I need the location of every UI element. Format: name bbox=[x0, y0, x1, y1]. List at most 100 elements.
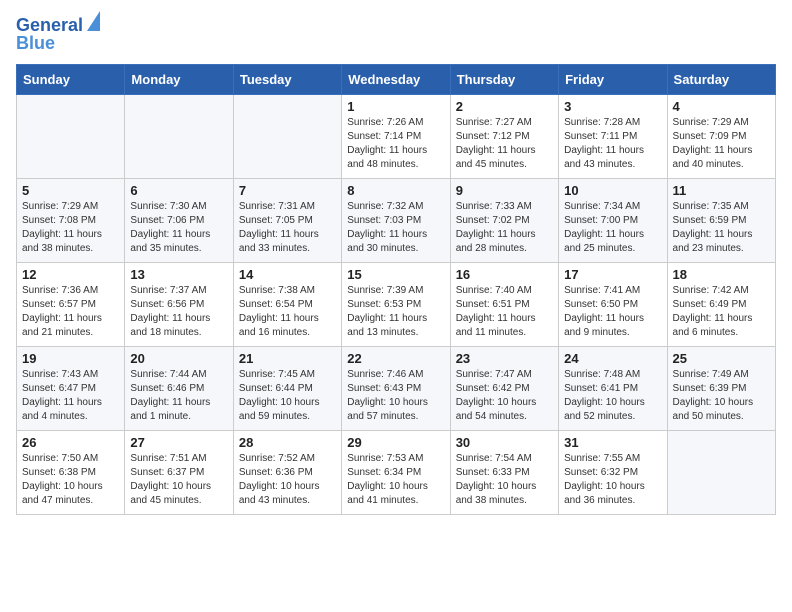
day-info: Sunrise: 7:55 AM Sunset: 6:32 PM Dayligh… bbox=[564, 452, 661, 508]
calendar-day-11: 11 Sunrise: 7:35 AM Sunset: 6:59 PM Dayli… bbox=[667, 178, 775, 262]
calendar-day-3: 3 Sunrise: 7:28 AM Sunset: 7:11 PM Daylig… bbox=[559, 94, 667, 178]
day-info: Sunrise: 7:35 AM Sunset: 6:59 PM Dayligh… bbox=[673, 200, 770, 256]
calendar-day-20: 20 Sunrise: 7:44 AM Sunset: 6:46 PM Dayli… bbox=[125, 346, 233, 430]
calendar-day-29: 29 Sunrise: 7:53 AM Sunset: 6:34 PM Dayli… bbox=[342, 430, 450, 514]
day-number: 14 bbox=[239, 267, 336, 282]
day-info: Sunrise: 7:29 AM Sunset: 7:08 PM Dayligh… bbox=[22, 200, 119, 256]
day-number: 10 bbox=[564, 183, 661, 198]
day-number: 6 bbox=[130, 183, 227, 198]
day-info: Sunrise: 7:54 AM Sunset: 6:33 PM Dayligh… bbox=[456, 452, 553, 508]
calendar-week-1: 1Sunrise: 7:26 AM Sunset: 7:14 PM Daylig… bbox=[17, 94, 776, 178]
day-number: 23 bbox=[456, 351, 553, 366]
day-number: 16 bbox=[456, 267, 553, 282]
day-info: Sunrise: 7:27 AM Sunset: 7:12 PM Dayligh… bbox=[456, 116, 553, 172]
day-info: Sunrise: 7:42 AM Sunset: 6:49 PM Dayligh… bbox=[673, 284, 770, 340]
day-info: Sunrise: 7:45 AM Sunset: 6:44 PM Dayligh… bbox=[239, 368, 336, 424]
day-number: 19 bbox=[22, 351, 119, 366]
day-info: Sunrise: 7:37 AM Sunset: 6:56 PM Dayligh… bbox=[130, 284, 227, 340]
calendar-day-14: 14 Sunrise: 7:38 AM Sunset: 6:54 PM Dayli… bbox=[233, 262, 341, 346]
day-number: 11 bbox=[673, 183, 770, 198]
day-number: 24 bbox=[564, 351, 661, 366]
day-info: Sunrise: 7:48 AM Sunset: 6:41 PM Dayligh… bbox=[564, 368, 661, 424]
day-number: 12 bbox=[22, 267, 119, 282]
day-number: 26 bbox=[22, 435, 119, 450]
day-info: Sunrise: 7:34 AM Sunset: 7:00 PM Dayligh… bbox=[564, 200, 661, 256]
calendar-empty-cell bbox=[233, 94, 341, 178]
day-number: 18 bbox=[673, 267, 770, 282]
calendar-day-6: 6Sunrise: 7:30 AM Sunset: 7:06 PM Daylig… bbox=[125, 178, 233, 262]
day-info: Sunrise: 7:32 AM Sunset: 7:03 PM Dayligh… bbox=[347, 200, 444, 256]
calendar-day-30: 30Sunrise: 7:54 AM Sunset: 6:33 PM Dayli… bbox=[450, 430, 558, 514]
calendar-empty-cell bbox=[667, 430, 775, 514]
day-info: Sunrise: 7:26 AM Sunset: 7:14 PM Dayligh… bbox=[347, 116, 444, 172]
day-info: Sunrise: 7:43 AM Sunset: 6:47 PM Dayligh… bbox=[22, 368, 119, 424]
weekday-header-wednesday: Wednesday bbox=[342, 64, 450, 94]
day-info: Sunrise: 7:53 AM Sunset: 6:34 PM Dayligh… bbox=[347, 452, 444, 508]
day-number: 31 bbox=[564, 435, 661, 450]
day-number: 7 bbox=[239, 183, 336, 198]
day-number: 3 bbox=[564, 99, 661, 114]
day-number: 17 bbox=[564, 267, 661, 282]
day-number: 20 bbox=[130, 351, 227, 366]
calendar-day-31: 31 Sunrise: 7:55 AM Sunset: 6:32 PM Dayli… bbox=[559, 430, 667, 514]
day-info: Sunrise: 7:28 AM Sunset: 7:11 PM Dayligh… bbox=[564, 116, 661, 172]
day-info: Sunrise: 7:33 AM Sunset: 7:02 PM Dayligh… bbox=[456, 200, 553, 256]
calendar-day-21: 21 Sunrise: 7:45 AM Sunset: 6:44 PM Dayli… bbox=[233, 346, 341, 430]
day-number: 15 bbox=[347, 267, 444, 282]
day-info: Sunrise: 7:36 AM Sunset: 6:57 PM Dayligh… bbox=[22, 284, 119, 340]
calendar-day-18: 18 Sunrise: 7:42 AM Sunset: 6:49 PM Dayli… bbox=[667, 262, 775, 346]
weekday-header-monday: Monday bbox=[125, 64, 233, 94]
day-number: 2 bbox=[456, 99, 553, 114]
calendar-day-4: 4 Sunrise: 7:29 AM Sunset: 7:09 PM Daylig… bbox=[667, 94, 775, 178]
calendar-day-9: 9 Sunrise: 7:33 AM Sunset: 7:02 PM Daylig… bbox=[450, 178, 558, 262]
calendar-day-26: 26Sunrise: 7:50 AM Sunset: 6:38 PM Dayli… bbox=[17, 430, 125, 514]
day-info: Sunrise: 7:47 AM Sunset: 6:42 PM Dayligh… bbox=[456, 368, 553, 424]
calendar-day-24: 24 Sunrise: 7:48 AM Sunset: 6:41 PM Dayli… bbox=[559, 346, 667, 430]
day-info: Sunrise: 7:49 AM Sunset: 6:39 PM Dayligh… bbox=[673, 368, 770, 424]
calendar-week-4: 19 Sunrise: 7:43 AM Sunset: 6:47 PM Dayli… bbox=[17, 346, 776, 430]
weekday-header-friday: Friday bbox=[559, 64, 667, 94]
day-info: Sunrise: 7:41 AM Sunset: 6:50 PM Dayligh… bbox=[564, 284, 661, 340]
calendar-empty-cell bbox=[17, 94, 125, 178]
day-number: 21 bbox=[239, 351, 336, 366]
weekday-header-tuesday: Tuesday bbox=[233, 64, 341, 94]
day-number: 28 bbox=[239, 435, 336, 450]
day-number: 5 bbox=[22, 183, 119, 198]
calendar-week-3: 12 Sunrise: 7:36 AM Sunset: 6:57 PM Dayli… bbox=[17, 262, 776, 346]
logo: General Blue bbox=[16, 16, 100, 54]
calendar-day-16: 16 Sunrise: 7:40 AM Sunset: 6:51 PM Dayli… bbox=[450, 262, 558, 346]
calendar-day-15: 15 Sunrise: 7:39 AM Sunset: 6:53 PM Dayli… bbox=[342, 262, 450, 346]
day-info: Sunrise: 7:44 AM Sunset: 6:46 PM Dayligh… bbox=[130, 368, 227, 424]
calendar-day-28: 28 Sunrise: 7:52 AM Sunset: 6:36 PM Dayli… bbox=[233, 430, 341, 514]
day-number: 9 bbox=[456, 183, 553, 198]
calendar-empty-cell bbox=[125, 94, 233, 178]
calendar-day-8: 8 Sunrise: 7:32 AM Sunset: 7:03 PM Daylig… bbox=[342, 178, 450, 262]
calendar-day-12: 12 Sunrise: 7:36 AM Sunset: 6:57 PM Dayli… bbox=[17, 262, 125, 346]
day-number: 29 bbox=[347, 435, 444, 450]
day-number: 27 bbox=[130, 435, 227, 450]
day-info: Sunrise: 7:29 AM Sunset: 7:09 PM Dayligh… bbox=[673, 116, 770, 172]
day-number: 4 bbox=[673, 99, 770, 114]
calendar-day-19: 19 Sunrise: 7:43 AM Sunset: 6:47 PM Dayli… bbox=[17, 346, 125, 430]
calendar-week-5: 26Sunrise: 7:50 AM Sunset: 6:38 PM Dayli… bbox=[17, 430, 776, 514]
calendar-day-7: 7 Sunrise: 7:31 AM Sunset: 7:05 PM Daylig… bbox=[233, 178, 341, 262]
calendar-table: SundayMondayTuesdayWednesdayThursdayFrid… bbox=[16, 64, 776, 515]
day-info: Sunrise: 7:39 AM Sunset: 6:53 PM Dayligh… bbox=[347, 284, 444, 340]
calendar-day-22: 22Sunrise: 7:46 AM Sunset: 6:43 PM Dayli… bbox=[342, 346, 450, 430]
calendar-day-2: 2 Sunrise: 7:27 AM Sunset: 7:12 PM Daylig… bbox=[450, 94, 558, 178]
day-info: Sunrise: 7:31 AM Sunset: 7:05 PM Dayligh… bbox=[239, 200, 336, 256]
calendar-day-17: 17 Sunrise: 7:41 AM Sunset: 6:50 PM Dayli… bbox=[559, 262, 667, 346]
day-number: 25 bbox=[673, 351, 770, 366]
day-number: 13 bbox=[130, 267, 227, 282]
calendar-day-25: 25 Sunrise: 7:49 AM Sunset: 6:39 PM Dayli… bbox=[667, 346, 775, 430]
calendar-day-1: 1Sunrise: 7:26 AM Sunset: 7:14 PM Daylig… bbox=[342, 94, 450, 178]
day-info: Sunrise: 7:52 AM Sunset: 6:36 PM Dayligh… bbox=[239, 452, 336, 508]
logo-blue: Blue bbox=[16, 34, 55, 54]
calendar-week-2: 5 Sunrise: 7:29 AM Sunset: 7:08 PM Daylig… bbox=[17, 178, 776, 262]
calendar-header-row: SundayMondayTuesdayWednesdayThursdayFrid… bbox=[17, 64, 776, 94]
calendar-body: 1Sunrise: 7:26 AM Sunset: 7:14 PM Daylig… bbox=[17, 94, 776, 514]
day-info: Sunrise: 7:40 AM Sunset: 6:51 PM Dayligh… bbox=[456, 284, 553, 340]
page-header: General Blue bbox=[16, 16, 776, 54]
day-number: 8 bbox=[347, 183, 444, 198]
day-info: Sunrise: 7:38 AM Sunset: 6:54 PM Dayligh… bbox=[239, 284, 336, 340]
